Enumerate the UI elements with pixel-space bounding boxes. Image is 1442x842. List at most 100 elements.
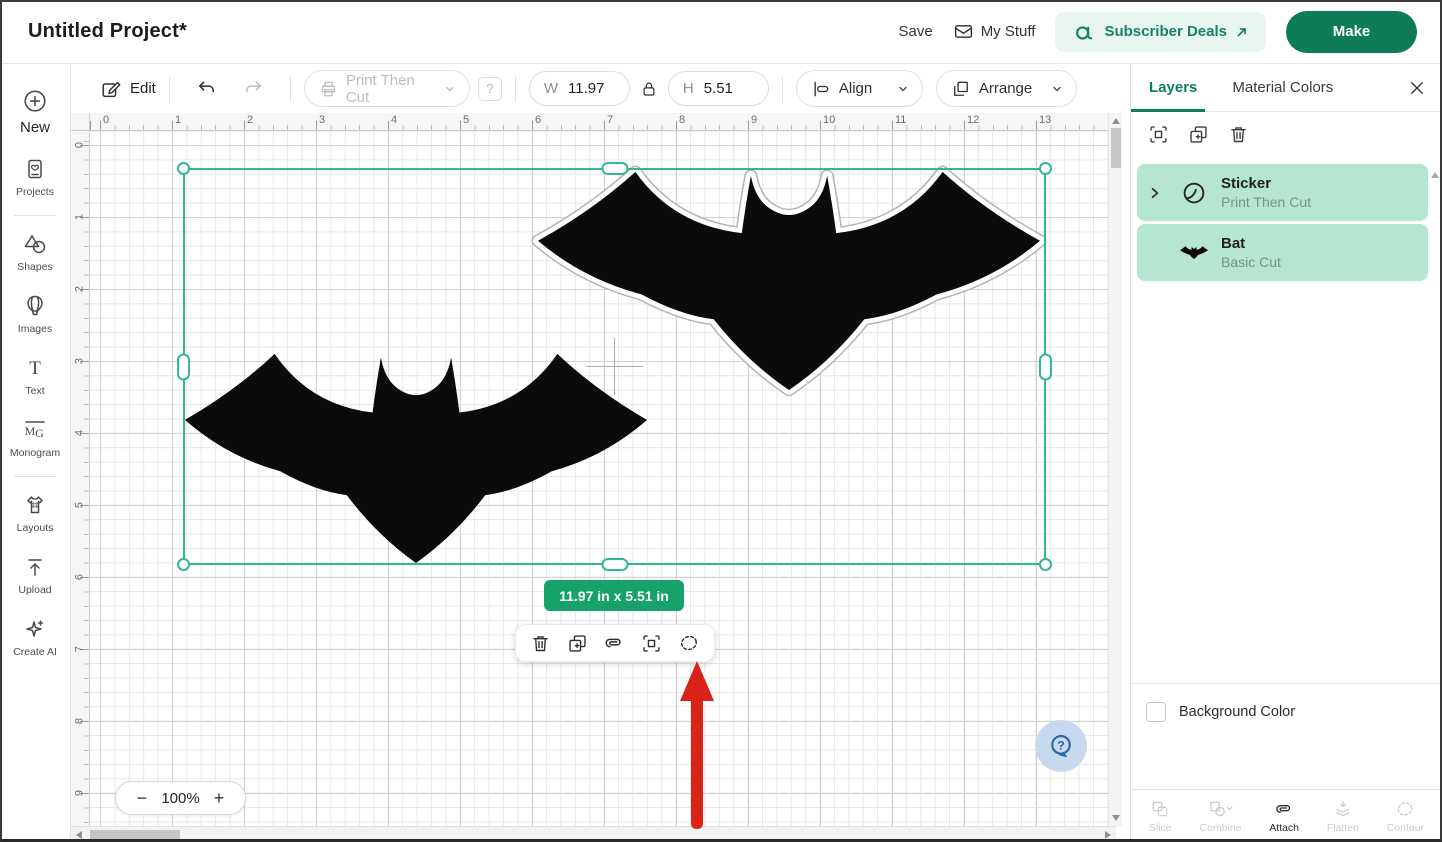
- list-scroll-up-arrow[interactable]: [1431, 172, 1439, 178]
- sidebar-item-create-ai[interactable]: Create AI: [0, 607, 70, 669]
- chevron-down-icon: [445, 84, 454, 94]
- contour-icon: [678, 632, 700, 654]
- isolate-button[interactable]: [641, 633, 662, 654]
- zoom-in-button[interactable]: +: [214, 789, 225, 807]
- sidebar-item-upload[interactable]: Upload: [0, 545, 70, 607]
- paperclip-icon: [1273, 799, 1295, 819]
- selection-bounding-box[interactable]: [183, 168, 1046, 565]
- contour-button[interactable]: [678, 632, 700, 654]
- resize-handle-mid-left[interactable]: [177, 353, 190, 380]
- layer-tools-row: [1131, 112, 1442, 157]
- arrange-dropdown[interactable]: Arrange: [936, 70, 1077, 107]
- linetype-help-button[interactable]: ?: [478, 77, 502, 101]
- sidebar-item-new[interactable]: New: [0, 78, 70, 147]
- sidebar-item-images[interactable]: Images: [0, 284, 70, 346]
- layers-list: Sticker Print Then Cut Bat Basic Cut: [1137, 164, 1428, 682]
- resize-handle-mid-right[interactable]: [1039, 353, 1052, 380]
- ruler-label: 8: [679, 114, 685, 126]
- layer-type: Basic Cut: [1221, 254, 1281, 272]
- slice-icon: [1150, 799, 1170, 819]
- linetype-label: Print Then Cut: [346, 72, 438, 106]
- contour-icon: [1395, 799, 1415, 819]
- resize-handle-top-right[interactable]: [1039, 162, 1052, 175]
- resize-handle-bottom-center[interactable]: [601, 558, 628, 571]
- canvas-vertical-scrollbar[interactable]: [1108, 113, 1122, 826]
- duplicate-icon[interactable]: [1188, 124, 1209, 145]
- layer-row-bat[interactable]: Bat Basic Cut: [1137, 224, 1428, 281]
- my-stuff-button[interactable]: My Stuff: [953, 21, 1036, 42]
- linetype-dropdown[interactable]: Print Then Cut: [304, 70, 470, 107]
- duplicate-icon: [567, 633, 588, 654]
- trash-icon[interactable]: [1228, 124, 1249, 145]
- save-button[interactable]: Save: [898, 23, 932, 40]
- toolbar-divider: [290, 76, 291, 102]
- group-icon[interactable]: [1148, 124, 1169, 145]
- align-icon: [811, 79, 831, 99]
- sidebar-item-text[interactable]: T Text: [0, 346, 70, 408]
- printer-icon: [319, 79, 338, 99]
- expand-chevron-icon[interactable]: [1147, 187, 1163, 199]
- tab-layers[interactable]: Layers: [1149, 79, 1197, 96]
- canvas-horizontal-scrollbar[interactable]: [71, 826, 1116, 842]
- tab-material-colors[interactable]: Material Colors: [1232, 79, 1333, 96]
- zoom-out-button[interactable]: −: [137, 789, 148, 807]
- width-label: W: [544, 80, 558, 97]
- sidebar-item-layouts[interactable]: Layouts: [0, 483, 70, 545]
- duplicate-button[interactable]: [567, 633, 588, 654]
- sidebar-item-monogram[interactable]: MG Monogram: [0, 408, 70, 470]
- background-color-label: Background Color: [1179, 704, 1295, 720]
- sidebar-item-shapes[interactable]: Shapes: [0, 222, 70, 284]
- layer-row-sticker[interactable]: Sticker Print Then Cut: [1137, 164, 1428, 221]
- layer-type: Print Then Cut: [1221, 194, 1311, 212]
- scroll-left-arrow[interactable]: [76, 831, 82, 839]
- ruler-h: 012345678910111213: [90, 113, 1108, 131]
- attach-button[interactable]: [603, 632, 625, 654]
- attach-button-panel[interactable]: Attach: [1269, 799, 1299, 834]
- ruler-label: 3: [73, 352, 87, 371]
- resize-handle-bottom-right[interactable]: [1039, 558, 1052, 571]
- help-button[interactable]: ?: [1035, 720, 1087, 772]
- undo-button[interactable]: [195, 77, 218, 100]
- zoom-level: 100%: [161, 790, 199, 807]
- combine-button[interactable]: Combine: [1199, 799, 1241, 834]
- sidebar-item-projects[interactable]: Projects: [0, 147, 70, 209]
- zoom-control: − 100% +: [115, 781, 246, 815]
- size-lock-toggle[interactable]: [640, 80, 658, 98]
- height-field[interactable]: H 5.51: [668, 71, 769, 106]
- make-button[interactable]: Make: [1286, 11, 1417, 53]
- panel-divider: [1131, 683, 1442, 684]
- scroll-up-arrow[interactable]: [1112, 118, 1120, 124]
- subscriber-deals-label: Subscriber Deals: [1104, 23, 1227, 40]
- ruler-label: 6: [73, 568, 87, 587]
- scrollbar-thumb[interactable]: [90, 830, 180, 840]
- project-title[interactable]: Untitled Project*: [28, 20, 187, 43]
- align-label: Align: [839, 80, 872, 97]
- cricut-design-space-window: Untitled Project* Save My Stuff Subscrib…: [0, 0, 1442, 842]
- sidebar-divider: [14, 476, 56, 477]
- ruler-label: 8: [73, 712, 87, 731]
- scrollbar-thumb[interactable]: [1111, 128, 1121, 168]
- redo-button[interactable]: [242, 77, 265, 100]
- scroll-down-arrow[interactable]: [1112, 815, 1120, 821]
- delete-button[interactable]: [530, 633, 551, 654]
- resize-handle-bottom-left[interactable]: [177, 558, 190, 571]
- svg-text:T: T: [29, 358, 41, 379]
- subscriber-deals-button[interactable]: Subscriber Deals: [1055, 12, 1266, 52]
- width-field[interactable]: W 11.97: [529, 71, 630, 106]
- close-panel-button[interactable]: [1408, 79, 1426, 97]
- resize-handle-top-center[interactable]: [601, 162, 628, 175]
- undo-icon: [195, 77, 218, 100]
- flatten-button[interactable]: Flatten: [1327, 799, 1359, 834]
- contour-button-panel[interactable]: Contour: [1387, 799, 1424, 834]
- scroll-right-arrow[interactable]: [1105, 831, 1111, 839]
- resize-handle-top-left[interactable]: [177, 162, 190, 175]
- background-color-checkbox[interactable]: [1146, 702, 1166, 722]
- sticker-icon: [1177, 178, 1211, 208]
- align-dropdown[interactable]: Align: [796, 70, 923, 107]
- slice-button[interactable]: Slice: [1149, 799, 1172, 834]
- edit-button[interactable]: Edit: [100, 78, 156, 100]
- ruler-corner: [71, 113, 90, 131]
- selection-size-badge: 11.97 in x 5.51 in: [544, 580, 684, 611]
- edit-toolbar: Edit Print Then Cut ? W 11.97 H 5.51: [71, 64, 1130, 113]
- design-canvas[interactable]: 012345678910111213 0123456789 11.97 in: [71, 113, 1130, 842]
